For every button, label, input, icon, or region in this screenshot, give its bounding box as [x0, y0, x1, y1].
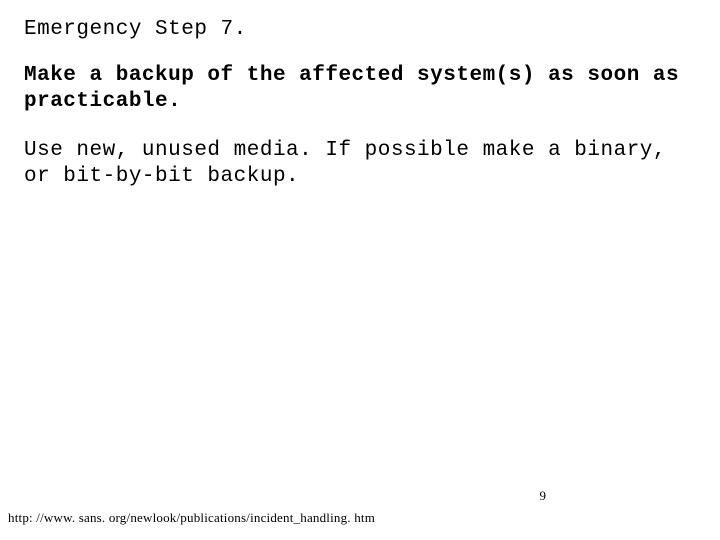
footer-url: http: //www. sans. org/newlook/publicati…: [8, 510, 375, 526]
slide-container: Emergency Step 7. Make a backup of the a…: [0, 0, 720, 540]
slide-main-text: Make a backup of the affected system(s) …: [24, 63, 696, 116]
slide-title: Emergency Step 7.: [24, 18, 696, 41]
slide-body-text: Use new, unused media. If possible make …: [24, 138, 696, 191]
page-number: 9: [540, 488, 547, 504]
